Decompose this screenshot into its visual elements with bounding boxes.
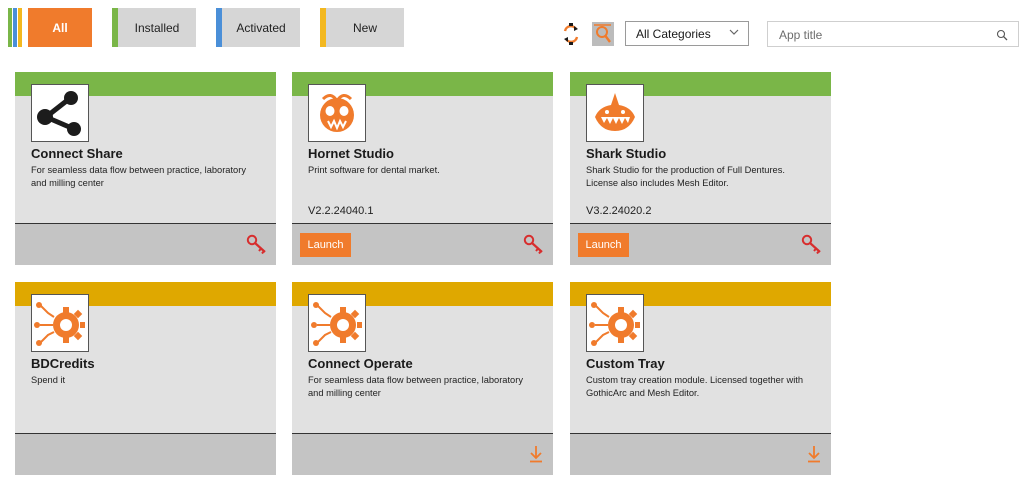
download-icon[interactable] [529, 445, 543, 468]
tab-new[interactable]: New [320, 8, 404, 47]
app-logo [31, 84, 89, 142]
app-title: Connect Operate [308, 356, 413, 371]
search-icon[interactable] [996, 28, 1008, 46]
app-logo [31, 294, 89, 352]
app-logo [586, 84, 644, 142]
card-footer: Launch [570, 223, 831, 265]
chevron-down-icon [729, 27, 739, 40]
app-description: For seamless data flow between practice,… [308, 375, 523, 398]
magnifier-icon [594, 24, 611, 43]
app-card-hornet-studio[interactable]: Hornet Studio Print software for dental … [292, 72, 553, 265]
tab-all-label: All [52, 20, 68, 35]
launch-button[interactable]: Launch [300, 233, 351, 257]
tab-installed-label: Installed [134, 20, 180, 35]
tab-activated[interactable]: Activated [216, 8, 300, 47]
license-key-icon[interactable] [801, 234, 823, 259]
card-footer [570, 433, 831, 475]
app-title: Shark Studio [586, 146, 667, 161]
shark-icon [595, 93, 635, 131]
license-key-icon[interactable] [523, 234, 545, 259]
tab-new-label: New [352, 20, 377, 35]
tab-activated-label: Activated [236, 20, 286, 35]
category-select-value: All Categories [636, 26, 711, 41]
app-title: Connect Share [31, 146, 123, 161]
app-logo [586, 294, 644, 352]
app-description: Spend it [31, 375, 66, 385]
search-input[interactable] [777, 23, 991, 47]
app-version: V3.2.24020.2 [586, 205, 652, 217]
app-description: Custom tray creation module. Licensed to… [586, 375, 804, 398]
card-footer [292, 433, 553, 475]
gear-circuit-icon [589, 302, 640, 346]
app-version: V2.2.24040.1 [308, 205, 374, 217]
app-description: Print software for dental market. [308, 165, 440, 175]
app-title: Hornet Studio [308, 146, 394, 161]
app-card-connect-operate[interactable]: Connect Operate For seamless data flow b… [292, 282, 553, 475]
share-icon [37, 91, 81, 136]
app-description: Shark Studio for the production of Full … [586, 165, 785, 188]
gear-circuit-icon [34, 302, 85, 346]
card-footer [15, 223, 276, 265]
launch-button[interactable]: Launch [578, 233, 629, 257]
app-card-custom-tray[interactable]: Custom Tray Custom tray creation module.… [570, 282, 831, 475]
license-key-icon[interactable] [246, 234, 268, 259]
app-logo [308, 84, 366, 142]
installed-strip [8, 8, 12, 47]
card-footer: Launch [292, 223, 553, 265]
tab-installed[interactable]: Installed [112, 8, 196, 47]
app-card-bdcredits[interactable]: BDCredits Spend it [15, 282, 276, 475]
hornet-icon [320, 94, 354, 132]
app-logo [308, 294, 366, 352]
scan-button[interactable] [592, 22, 614, 46]
refresh-icon [563, 23, 579, 45]
gear-circuit-icon [311, 302, 362, 346]
card-footer [15, 433, 276, 475]
app-card-shark-studio[interactable]: Shark Studio Shark Studio for the produc… [570, 72, 831, 265]
new-strip [18, 8, 22, 47]
app-card-connect-share[interactable]: Connect Share For seamless data flow bet… [15, 72, 276, 265]
app-title: Custom Tray [586, 356, 665, 371]
app-description: For seamless data flow between practice,… [31, 165, 246, 188]
tab-all[interactable]: All [8, 8, 92, 47]
refresh-button[interactable] [560, 22, 582, 46]
activated-strip [13, 8, 17, 47]
category-select[interactable]: All Categories [625, 21, 749, 46]
download-icon[interactable] [807, 445, 821, 468]
search-box [767, 21, 1019, 47]
app-title: BDCredits [31, 356, 95, 371]
